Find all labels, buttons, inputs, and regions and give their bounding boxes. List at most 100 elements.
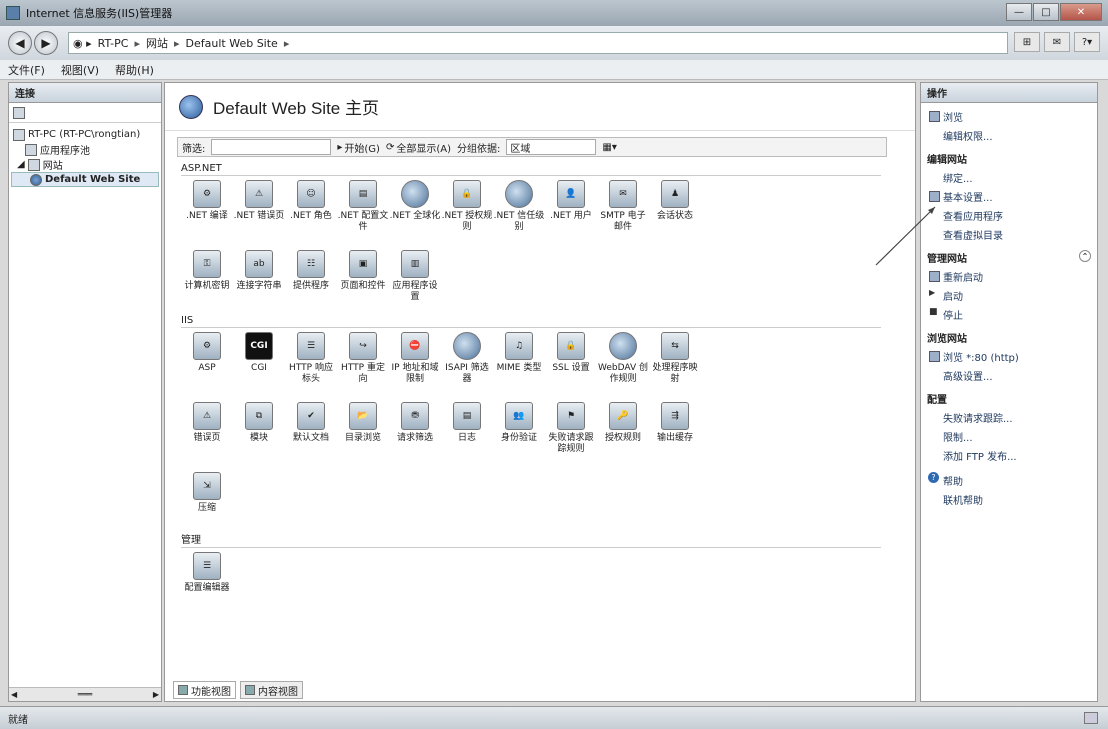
feature-net-compilation[interactable]: ⚙ .NET 编译 (181, 180, 233, 250)
feature-smtp-email[interactable]: ✉ SMTP 电子邮件 (597, 180, 649, 250)
action-start[interactable]: 启动 (927, 286, 1091, 305)
net-roles-icon: ☺ (297, 180, 325, 208)
tab-content-view[interactable]: 内容视图 (240, 681, 303, 699)
action-failed-request-tracing[interactable]: 失败请求跟踪... (927, 408, 1091, 427)
heading-label: 浏览网站 (927, 334, 967, 345)
view-tabs: 功能视图 内容视图 (173, 681, 303, 699)
filter-input[interactable] (211, 139, 332, 155)
tree-item-sites[interactable]: ◢ 网站 (11, 157, 159, 172)
action-view-virtual-directories[interactable]: 查看虚拟目录 (927, 225, 1091, 244)
back-button[interactable]: ◀ (8, 31, 32, 55)
feature-authorization-rules[interactable]: 🔑 授权规则 (597, 402, 649, 472)
net-users-icon: 👤 (557, 180, 585, 208)
maximize-button[interactable]: □ (1033, 3, 1059, 21)
action-explore[interactable]: 浏览 (927, 107, 1091, 126)
feature-net-trust-levels[interactable]: .NET 信任级别 (493, 180, 545, 250)
feature-output-caching[interactable]: ⇶ 输出缓存 (649, 402, 701, 472)
feature-ip-domain-restrictions[interactable]: ⛔ IP 地址和域限制 (389, 332, 441, 402)
heading-label: 配置 (927, 395, 947, 406)
show-all-icon: ⟳ (385, 141, 395, 153)
tree-item-server[interactable]: RT-PC (RT-PC\rongtian) (11, 127, 159, 142)
action-online-help[interactable]: 联机帮助 (927, 490, 1091, 509)
network-icon[interactable]: ⊞ (1014, 32, 1040, 52)
feature-label: .NET 配置文件 (337, 211, 389, 232)
tree-item-label: 网站 (42, 161, 63, 172)
feature-request-filtering[interactable]: ⛃ 请求筛选 (389, 402, 441, 472)
feature-directory-browsing[interactable]: 📂 目录浏览 (337, 402, 389, 472)
feature-net-globalization[interactable]: .NET 全球化 (389, 180, 441, 250)
group-by-select[interactable]: 区域 (506, 139, 597, 155)
feature-label: 计算机密钥 (184, 281, 230, 291)
action-add-ftp-publishing[interactable]: 添加 FTP 发布... (927, 446, 1091, 465)
action-restart[interactable]: 重新启动 (927, 267, 1091, 286)
feature-ssl-settings[interactable]: 🔒 SSL 设置 (545, 332, 597, 402)
action-basic-settings[interactable]: 基本设置... (927, 187, 1091, 206)
feature-session-state[interactable]: ♟ 会话状态 (649, 180, 701, 250)
breadcrumb-item-1[interactable]: 网站 (146, 35, 168, 51)
feature-http-redirect[interactable]: ↪ HTTP 重定向 (337, 332, 389, 402)
server-icon (13, 128, 25, 141)
scroll-thumb[interactable]: ═══ (78, 690, 92, 699)
feature-net-profile[interactable]: ▤ .NET 配置文件 (337, 180, 389, 250)
breadcrumb-item-0[interactable]: RT-PC (98, 37, 129, 50)
breadcrumb[interactable]: ◉ ▸ RT-PC ▸ 网站 ▸ Default Web Site ▸ (68, 32, 1008, 54)
minimize-button[interactable]: — (1006, 3, 1032, 21)
feature-machine-key[interactable]: ⚿ 计算机密钥 (181, 250, 233, 320)
feature-app-settings[interactable]: ▥ 应用程序设置 (389, 250, 441, 320)
menu-help[interactable]: 帮助(H) (115, 62, 154, 78)
feature-http-response-headers[interactable]: ☰ HTTP 响应标头 (285, 332, 337, 402)
collapse-icon[interactable]: ⌃ (1079, 250, 1091, 262)
view-mode-dropdown[interactable]: ▦▾ (602, 142, 616, 153)
tree-item-default-web-site[interactable]: Default Web Site (11, 172, 159, 187)
feature-failed-request-tracing[interactable]: ⚑ 失败请求跟踪规则 (545, 402, 597, 472)
feature-mime-types[interactable]: ♫ MIME 类型 (493, 332, 545, 402)
feature-net-roles[interactable]: ☺ .NET 角色 (285, 180, 337, 250)
action-browse-80[interactable]: 浏览 *:80 (http) (927, 347, 1091, 366)
expand-icon[interactable]: ◢ (17, 159, 25, 170)
menu-view[interactable]: 视图(V) (61, 62, 99, 78)
close-button[interactable]: ✕ (1060, 3, 1102, 21)
feature-asp[interactable]: ⚙ ASP (181, 332, 233, 402)
help-dropdown[interactable]: ?▾ (1074, 32, 1100, 52)
action-help[interactable]: 帮助 (927, 471, 1091, 490)
forward-button[interactable]: ▶ (34, 31, 58, 55)
feature-isapi-filters[interactable]: ISAPI 筛选器 (441, 332, 493, 402)
feature-net-error-pages[interactable]: ⚠ .NET 错误页 (233, 180, 285, 250)
action-limits[interactable]: 限制... (927, 427, 1091, 446)
error-pages-icon: ⚠ (193, 402, 221, 430)
scroll-right-icon[interactable]: ▶ (153, 690, 159, 699)
horizontal-scrollbar[interactable]: ◀ ═══ ▶ (9, 687, 161, 701)
feature-net-authorization-rules[interactable]: 🔒 .NET 授权规则 (441, 180, 493, 250)
feature-webdav-authoring[interactable]: WebDAV 创作规则 (597, 332, 649, 402)
group-by-value: 区域 (510, 143, 531, 155)
feature-error-pages[interactable]: ⚠ 错误页 (181, 402, 233, 472)
action-bindings[interactable]: 绑定... (927, 168, 1091, 187)
feature-authentication[interactable]: 👥 身份验证 (493, 402, 545, 472)
go-label: 开始(G) (344, 143, 380, 155)
tab-features-view[interactable]: 功能视图 (173, 681, 236, 699)
feature-configuration-editor[interactable]: ☰ 配置编辑器 (181, 552, 233, 622)
connections-toolbar (9, 103, 161, 123)
go-button[interactable]: ▸ 开始(G) (337, 140, 380, 155)
action-edit-permissions[interactable]: 编辑权限... (927, 126, 1091, 145)
show-all-button[interactable]: ⟳ 全部显示(A) (386, 140, 451, 155)
connect-icon[interactable] (13, 106, 25, 119)
feature-default-document[interactable]: ✔ 默认文档 (285, 402, 337, 472)
action-advanced-settings[interactable]: 高级设置... (927, 366, 1091, 385)
feature-modules[interactable]: ⧉ 模块 (233, 402, 285, 472)
menu-file[interactable]: 文件(F) (8, 62, 45, 78)
feature-handler-mappings[interactable]: ⇆ 处理程序映射 (649, 332, 701, 402)
breadcrumb-item-2[interactable]: Default Web Site (186, 37, 278, 50)
feature-connection-strings[interactable]: ab 连接字符串 (233, 250, 285, 320)
feature-label: .NET 用户 (550, 211, 592, 221)
action-stop[interactable]: 停止 (927, 305, 1091, 324)
action-view-applications[interactable]: 查看应用程序 (927, 206, 1091, 225)
scroll-left-icon[interactable]: ◀ (11, 690, 17, 699)
feature-pages-controls[interactable]: ▣ 页面和控件 (337, 250, 389, 320)
tree-item-app-pools[interactable]: 应用程序池 (11, 142, 159, 157)
feature-net-users[interactable]: 👤 .NET 用户 (545, 180, 597, 250)
feature-providers[interactable]: ☷ 提供程序 (285, 250, 337, 320)
mail-icon[interactable]: ✉ (1044, 32, 1070, 52)
feature-cgi[interactable]: CGI CGI (233, 332, 285, 402)
feature-logging[interactable]: ▤ 日志 (441, 402, 493, 472)
